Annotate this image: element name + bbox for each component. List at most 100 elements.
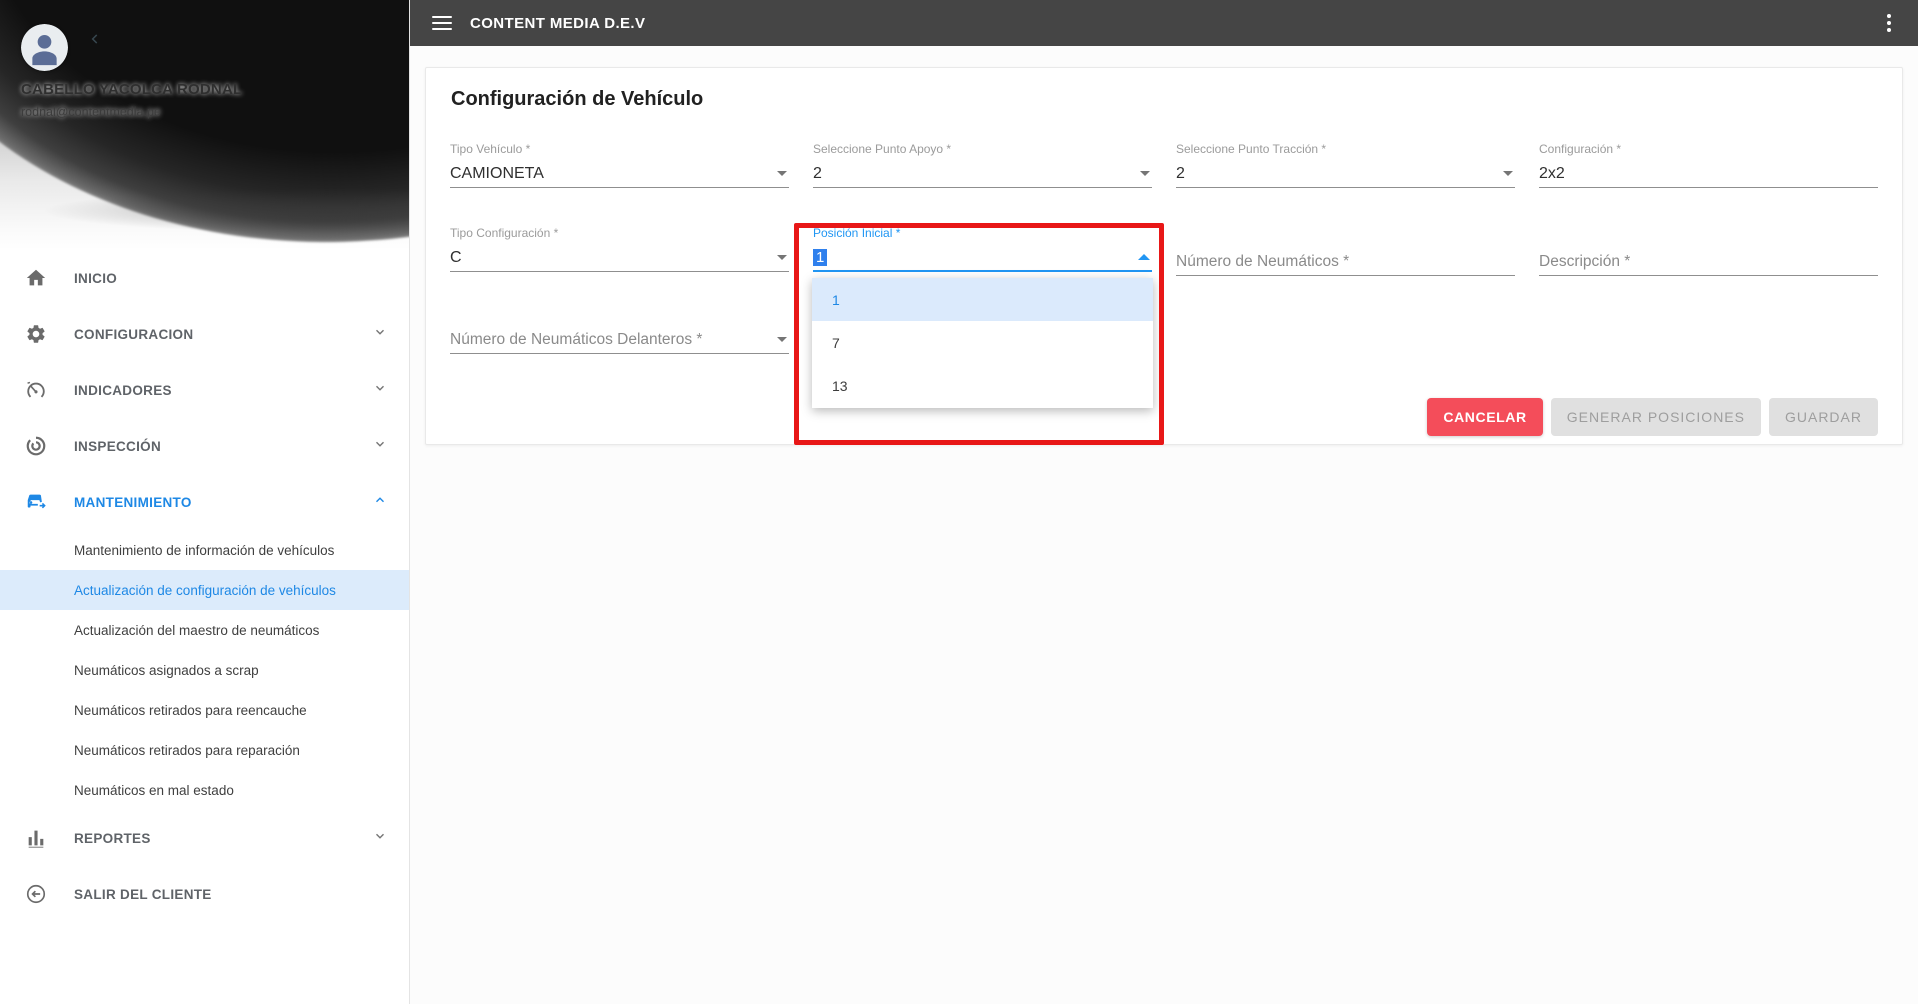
chevron-up-icon bbox=[1138, 254, 1150, 260]
chevron-down-icon bbox=[1503, 171, 1513, 176]
sidebar-subitem-neumaticos-reencauche[interactable]: Neumáticos retirados para reencauche bbox=[0, 690, 409, 730]
sidebar-item-mantenimiento[interactable]: MANTENIMIENTO bbox=[0, 474, 409, 530]
sidebar-subitem-mantenimiento-informacion[interactable]: Mantenimiento de información de vehículo… bbox=[0, 530, 409, 570]
field-label: Seleccione Punto Apoyo * bbox=[813, 142, 952, 156]
punto-apoyo-select[interactable]: 2 bbox=[813, 160, 1152, 188]
field-posicion-inicial: Posición Inicial * 1 bbox=[813, 226, 1152, 276]
field-descripcion: Descripción * bbox=[1539, 226, 1878, 276]
menu-hamburger-icon[interactable] bbox=[432, 16, 452, 30]
vehicle-config-card: Configuración de Vehículo Tipo Vehículo … bbox=[425, 67, 1903, 445]
home-icon bbox=[24, 266, 48, 290]
field-value: CAMIONETA bbox=[450, 164, 544, 182]
gauge-icon bbox=[24, 378, 48, 402]
sidebar-item-inicio[interactable]: INICIO bbox=[0, 250, 409, 306]
field-label: Tipo Configuración * bbox=[450, 226, 559, 240]
topbar: CONTENT MEDIA D.E.V bbox=[410, 0, 1918, 46]
sidebar-item-label: CONFIGURACION bbox=[74, 326, 194, 342]
posicion-inicial-dropdown: 1 7 13 bbox=[812, 278, 1153, 408]
sidebar-item-indicadores[interactable]: INDICADORES bbox=[0, 362, 409, 418]
field-neumaticos-delanteros: Número de Neumáticos Delanteros * bbox=[450, 308, 789, 354]
field-label-spacer bbox=[450, 308, 789, 324]
save-button[interactable]: GUARDAR bbox=[1768, 398, 1878, 436]
posicion-inicial-select[interactable]: 1 bbox=[813, 244, 1152, 272]
avatar bbox=[21, 24, 68, 71]
chevron-down-icon bbox=[1140, 171, 1150, 176]
cancel-button[interactable]: CANCELAR bbox=[1427, 398, 1543, 436]
field-tipo-vehiculo: Tipo Vehículo * CAMIONETA bbox=[450, 142, 789, 188]
sidebar-subitem-neumaticos-scrap[interactable]: Neumáticos asignados a scrap bbox=[0, 650, 409, 690]
selected-text: 1 bbox=[813, 248, 828, 266]
sidebar-item-label: REPORTES bbox=[74, 830, 151, 846]
bar-chart-icon bbox=[24, 826, 48, 850]
sidebar-subitem-actualizacion-configuracion[interactable]: Actualización de configuración de vehícu… bbox=[0, 570, 409, 610]
person-icon bbox=[21, 24, 68, 71]
tipo-vehiculo-select[interactable]: CAMIONETA bbox=[450, 160, 789, 188]
numero-neumaticos-input[interactable]: Número de Neumáticos * bbox=[1176, 248, 1515, 276]
profile-email: rodnal@contentmedia.pe bbox=[21, 105, 161, 119]
car-icon bbox=[24, 490, 48, 514]
sidebar-item-configuracion[interactable]: CONFIGURACION bbox=[0, 306, 409, 362]
gear-icon bbox=[24, 322, 48, 346]
kebab-menu-icon[interactable] bbox=[1878, 12, 1900, 34]
field-placeholder: Número de Neumáticos Delanteros * bbox=[450, 330, 703, 348]
form-row-2: Tipo Configuración * C Posición Inicial … bbox=[450, 226, 1878, 276]
chevron-down-icon bbox=[777, 255, 787, 260]
punto-traccion-select[interactable]: 2 bbox=[1176, 160, 1515, 188]
chevron-down-icon bbox=[777, 337, 787, 342]
field-value: C bbox=[450, 248, 462, 266]
field-label: Configuración * bbox=[1539, 142, 1622, 156]
field-placeholder: Número de Neumáticos * bbox=[1176, 252, 1350, 270]
app-title: CONTENT MEDIA D.E.V bbox=[470, 14, 646, 32]
sidebar-subitem-actualizacion-maestro[interactable]: Actualización del maestro de neumáticos bbox=[0, 610, 409, 650]
sidebar-nav: INICIO CONFIGURACION INDICADORES INSPECC… bbox=[0, 250, 409, 922]
field-label-spacer bbox=[1176, 226, 1515, 242]
sidebar-item-label: MANTENIMIENTO bbox=[74, 494, 192, 510]
configuracion-input[interactable]: 2x2 bbox=[1539, 160, 1878, 188]
dropdown-option-1[interactable]: 1 bbox=[812, 278, 1153, 322]
form-row-1: Tipo Vehículo * CAMIONETA Seleccione Pun… bbox=[450, 142, 1878, 188]
descripcion-input[interactable]: Descripción * bbox=[1539, 248, 1878, 276]
profile-header-photo: CABELLO YACOLCA RODNAL rodnal@contentmed… bbox=[0, 0, 409, 250]
chevron-down-icon bbox=[373, 381, 387, 400]
main-content: Configuración de Vehículo Tipo Vehículo … bbox=[410, 46, 1918, 1004]
sidebar-item-reportes[interactable]: REPORTES bbox=[0, 810, 409, 866]
field-tipo-configuracion: Tipo Configuración * C bbox=[450, 226, 789, 276]
logout-arrow-icon bbox=[24, 882, 48, 906]
field-value: 2 bbox=[813, 164, 822, 182]
form-row-3: Número de Neumáticos Delanteros * bbox=[450, 308, 1878, 354]
field-label: Posición Inicial * bbox=[813, 226, 901, 240]
field-label-spacer bbox=[1539, 226, 1878, 242]
sidebar-subitem-neumaticos-reparacion[interactable]: Neumáticos retirados para reparación bbox=[0, 730, 409, 770]
generate-positions-button[interactable]: GENERAR POSICIONES bbox=[1550, 398, 1761, 436]
field-label: Seleccione Punto Tracción * bbox=[1176, 142, 1327, 156]
tipo-configuracion-select[interactable]: C bbox=[450, 244, 789, 272]
sidebar-item-label: INDICADORES bbox=[74, 382, 172, 398]
inspection-icon bbox=[24, 434, 48, 458]
sidebar-item-label: INICIO bbox=[74, 270, 118, 286]
sidebar-item-label: SALIR DEL CLIENTE bbox=[74, 886, 212, 902]
tire-shadow-decoration bbox=[40, 188, 409, 234]
dropdown-option-7[interactable]: 7 bbox=[812, 321, 1153, 364]
page-title: Configuración de Vehículo bbox=[451, 88, 704, 110]
dropdown-option-13[interactable]: 13 bbox=[812, 365, 1153, 408]
neumaticos-delanteros-select[interactable]: Número de Neumáticos Delanteros * bbox=[450, 326, 789, 354]
chevron-down-icon bbox=[373, 437, 387, 456]
field-label: Tipo Vehículo * bbox=[450, 142, 531, 156]
sidebar-item-inspeccion[interactable]: INSPECCIÓN bbox=[0, 418, 409, 474]
sidebar-subitem-neumaticos-mal-estado[interactable]: Neumáticos en mal estado bbox=[0, 770, 409, 810]
form-actions: CANCELAR GENERAR POSICIONES GUARDAR bbox=[1427, 398, 1878, 436]
collapse-sidebar-chevron-icon[interactable] bbox=[88, 32, 102, 51]
field-value: 2x2 bbox=[1539, 164, 1565, 182]
sidebar-item-label: INSPECCIÓN bbox=[74, 438, 162, 454]
chevron-down-icon bbox=[777, 171, 787, 176]
chevron-down-icon bbox=[373, 325, 387, 344]
field-value: 2 bbox=[1176, 164, 1185, 182]
field-punto-traccion: Seleccione Punto Tracción * 2 bbox=[1176, 142, 1515, 188]
chevron-down-icon bbox=[373, 829, 387, 848]
chevron-up-icon bbox=[373, 493, 387, 512]
field-numero-neumaticos: Número de Neumáticos * bbox=[1176, 226, 1515, 276]
field-placeholder: Descripción * bbox=[1539, 252, 1631, 270]
field-punto-apoyo: Seleccione Punto Apoyo * 2 bbox=[813, 142, 1152, 188]
field-configuracion: Configuración * 2x2 bbox=[1539, 142, 1878, 188]
sidebar-item-salir-del-cliente[interactable]: SALIR DEL CLIENTE bbox=[0, 866, 409, 922]
